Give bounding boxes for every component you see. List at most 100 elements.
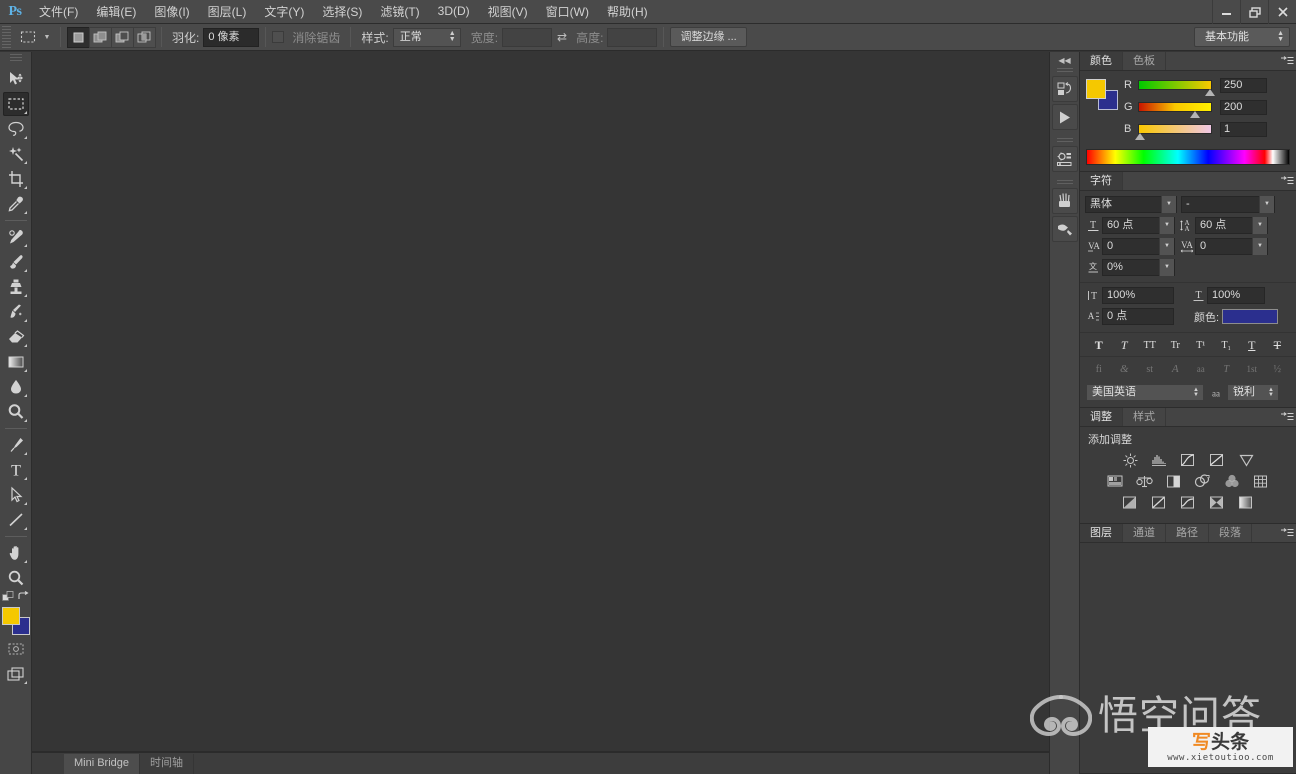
tool-crop[interactable] (3, 167, 29, 191)
chevron-down-icon[interactable]: ▼ (1252, 238, 1267, 255)
horizontal-scale-field[interactable]: 100% (1207, 287, 1265, 304)
menu-view[interactable]: 视图(V) (479, 0, 537, 24)
antialias-checkbox[interactable] (272, 31, 285, 43)
standard-ligatures-button[interactable]: fi (1090, 361, 1108, 377)
tool-dodge[interactable] (3, 400, 29, 424)
tool-zoom[interactable] (3, 566, 29, 590)
chevron-down-icon[interactable]: ▼ (1159, 217, 1174, 234)
default-colors-icon[interactable] (1, 591, 15, 603)
kerning-field[interactable]: 0 ▼ (1102, 238, 1175, 255)
channel-r-slider[interactable] (1138, 80, 1215, 96)
menu-help[interactable]: 帮助(H) (598, 0, 657, 24)
tool-pen[interactable] (3, 433, 29, 457)
menu-select[interactable]: 选择(S) (313, 0, 371, 24)
tool-blur[interactable] (3, 375, 29, 399)
menu-edit[interactable]: 编辑(E) (87, 0, 145, 24)
vertical-scale-field[interactable]: 100% (1102, 287, 1174, 304)
tool-quick-selection[interactable] (3, 142, 29, 166)
layers-panel-menu-button[interactable] (1278, 524, 1296, 542)
text-color-swatch[interactable] (1222, 309, 1279, 324)
threshold-button[interactable] (1178, 494, 1199, 510)
slider-thumb[interactable] (1204, 89, 1215, 96)
channel-r-value[interactable]: 250 (1220, 77, 1267, 93)
adjustments-panel-button[interactable] (1051, 146, 1078, 172)
tool-gradient[interactable] (3, 350, 29, 374)
language-select[interactable]: 美国英语 ▲ ▼ (1086, 384, 1204, 401)
strikethrough-button[interactable]: T (1268, 337, 1286, 353)
small-caps-button[interactable]: Tr (1166, 337, 1184, 353)
menu-image[interactable]: 图像(I) (145, 0, 198, 24)
tab-character[interactable]: 字符 (1080, 172, 1123, 190)
adjustments-panel-menu-button[interactable] (1278, 408, 1296, 426)
tool-spot-healing-brush[interactable] (3, 225, 29, 249)
character-panel-menu-button[interactable] (1278, 172, 1296, 190)
hue-saturation-button[interactable] (1105, 473, 1126, 489)
dock-group-grip[interactable] (1056, 180, 1073, 186)
faux-italic-button[interactable]: T (1115, 337, 1133, 353)
screen-mode-button[interactable] (3, 662, 29, 686)
subscript-button[interactable]: T₁ (1217, 337, 1235, 353)
empty-canvas-area[interactable] (32, 52, 1049, 752)
expand-panels-button[interactable]: ◀◀ (1052, 54, 1078, 66)
menu-window[interactable]: 窗口(W) (537, 0, 598, 24)
tab-channels[interactable]: 通道 (1123, 524, 1166, 542)
tool-line-shape[interactable] (3, 508, 29, 532)
channel-g-value[interactable]: 200 (1220, 99, 1267, 115)
tool-lasso[interactable] (3, 117, 29, 141)
levels-button[interactable] (1149, 452, 1170, 468)
height-input[interactable] (607, 27, 658, 47)
dock-group-grip[interactable] (1056, 68, 1073, 74)
contextual-alternates-button[interactable]: & (1115, 361, 1133, 377)
tool-eraser[interactable] (3, 325, 29, 349)
restore-button[interactable] (1240, 0, 1268, 24)
toolbar-grip[interactable] (9, 54, 22, 63)
channel-b-value[interactable]: 1 (1220, 121, 1267, 137)
tool-history-brush[interactable] (3, 300, 29, 324)
foreground-color-swatch[interactable] (1, 607, 20, 625)
oldstyle-button[interactable]: aa (1192, 361, 1210, 377)
add-to-selection-button[interactable] (89, 26, 112, 48)
dock-group-grip[interactable] (1056, 138, 1073, 144)
style-select[interactable]: 正常 ▲ ▼ (392, 27, 461, 47)
tool-move[interactable] (3, 67, 29, 91)
options-bar-grip[interactable] (2, 26, 11, 48)
tool-path-selection[interactable] (3, 483, 29, 507)
history-panel-button[interactable] (1051, 76, 1078, 102)
tab-styles[interactable]: 样式 (1123, 408, 1166, 426)
tool-brush[interactable] (3, 250, 29, 274)
photo-filter-button[interactable] (1192, 473, 1213, 489)
baseline-pct-field[interactable]: 0% ▼ (1102, 259, 1175, 276)
tool-preset-picker[interactable] (16, 27, 40, 48)
tool-clone-stamp[interactable] (3, 275, 29, 299)
fractions-button[interactable]: ½ (1268, 361, 1286, 377)
tool-preset-caret[interactable]: ▼ (40, 27, 54, 47)
tracking-field[interactable]: 0 ▼ (1195, 238, 1268, 255)
menu-type[interactable]: 文字(Y) (255, 0, 313, 24)
titling-alternates-button[interactable]: T (1217, 361, 1235, 377)
selective-color-button[interactable] (1207, 494, 1228, 510)
channel-mixer-button[interactable] (1221, 473, 1242, 489)
swash-button[interactable]: A (1166, 361, 1184, 377)
quick-mask-toggle[interactable] (3, 637, 29, 661)
tab-color[interactable]: 颜色 (1080, 52, 1123, 70)
slider-thumb[interactable] (1190, 111, 1201, 118)
vibrance-button[interactable] (1236, 452, 1257, 468)
clone-source-panel-button[interactable] (1051, 216, 1078, 242)
tool-rectangular-marquee[interactable] (2, 92, 29, 116)
swap-dimensions-icon[interactable]: ⇄ (557, 30, 567, 44)
slider-thumb[interactable] (1134, 133, 1145, 140)
posterize-button[interactable] (1149, 494, 1170, 510)
color-panel-menu-button[interactable] (1278, 52, 1296, 70)
color-balance-button[interactable] (1134, 473, 1155, 489)
subtract-from-selection-button[interactable] (111, 26, 134, 48)
all-caps-button[interactable]: TT (1141, 337, 1159, 353)
tab-swatches[interactable]: 色板 (1123, 52, 1166, 70)
width-input[interactable] (502, 27, 553, 47)
invert-button[interactable] (1120, 494, 1141, 510)
channel-g-slider[interactable] (1138, 102, 1212, 118)
gradient-map-button[interactable] (1236, 494, 1257, 510)
menu-file[interactable]: 文件(F) (30, 0, 87, 24)
discretionary-ligatures-button[interactable]: st (1141, 361, 1159, 377)
chevron-down-icon[interactable]: ▼ (1259, 196, 1274, 213)
tab-mini-bridge[interactable]: Mini Bridge (64, 754, 141, 774)
